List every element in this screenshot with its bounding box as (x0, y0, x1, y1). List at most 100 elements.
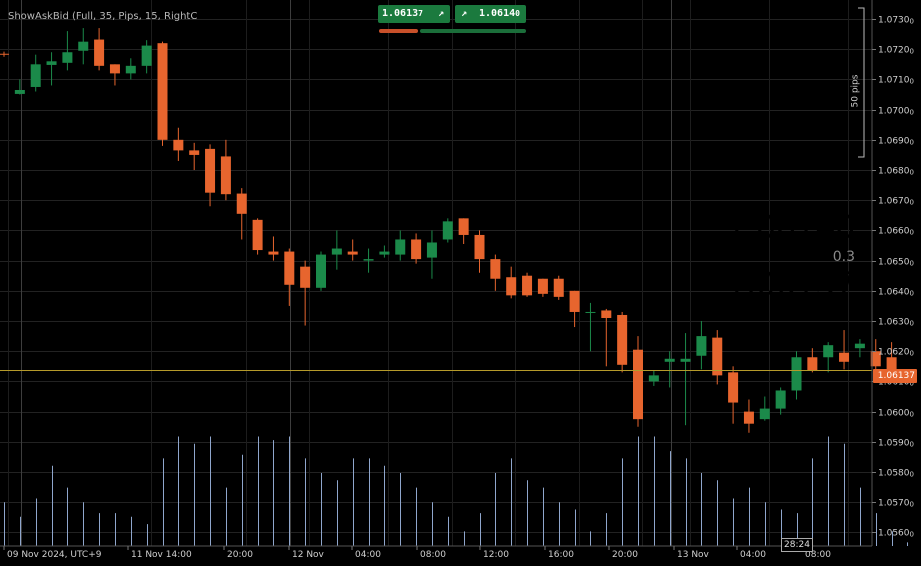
candle[interactable] (411, 233, 422, 264)
time-tick-label: 13 Nov (677, 550, 710, 560)
candle-body (109, 64, 120, 74)
sell-volume-bar (379, 29, 418, 33)
sell-price-pipette: 7 (418, 9, 423, 18)
candle[interactable] (506, 266, 517, 299)
candle[interactable] (442, 218, 453, 243)
candle[interactable] (617, 311, 628, 373)
candle-body (189, 150, 200, 155)
candle-body (617, 314, 628, 365)
candle[interactable] (62, 31, 73, 71)
candle[interactable] (363, 248, 374, 273)
candle-body (395, 239, 406, 255)
candle[interactable] (30, 54, 41, 92)
candle[interactable] (839, 330, 850, 370)
candle[interactable] (696, 321, 707, 370)
candle[interactable] (823, 342, 834, 373)
price-tick-label: 1.07300 (878, 16, 914, 26)
candle[interactable] (157, 41, 168, 146)
candle-body (426, 242, 437, 258)
candle-body (791, 357, 802, 391)
price-tick-label: 1.06800 (878, 167, 914, 177)
candle[interactable] (664, 351, 675, 388)
candle[interactable] (268, 236, 279, 261)
candle[interactable] (854, 339, 865, 358)
candle[interactable] (395, 230, 406, 261)
candle[interactable] (759, 396, 770, 421)
candle[interactable] (712, 330, 723, 385)
price-tick-label: 1.07100 (878, 76, 914, 86)
candle-body (157, 43, 168, 140)
candle[interactable] (46, 52, 57, 86)
candle[interactable] (220, 139, 231, 201)
candle[interactable] (648, 370, 659, 386)
candle-body (553, 278, 564, 297)
sell-button[interactable]: 1.06137 ↗ (378, 5, 450, 23)
time-tick-label: 04:00 (740, 550, 766, 560)
buy-volume-bar (420, 29, 526, 33)
price-tick-label: 1.06000 (878, 409, 914, 419)
candle[interactable] (14, 79, 25, 95)
candle-body (474, 234, 485, 260)
candle-body (14, 89, 25, 94)
candle[interactable] (633, 336, 643, 427)
candle-body (442, 221, 453, 240)
candle-body (696, 336, 707, 356)
candle-body (680, 358, 691, 362)
candle[interactable] (109, 64, 120, 86)
candle[interactable] (601, 308, 612, 367)
candle[interactable] (78, 28, 89, 65)
time-tick-label: 20:00 (227, 550, 253, 560)
bid-big-price: 1.06137 (726, 265, 855, 303)
buy-price: 1.0614 (479, 8, 516, 19)
candle[interactable] (205, 144, 216, 207)
candle-body (823, 345, 834, 358)
candle[interactable] (0, 51, 9, 57)
candle[interactable] (474, 230, 485, 273)
candle[interactable] (490, 254, 501, 291)
candle[interactable] (284, 248, 295, 306)
candle[interactable] (728, 366, 739, 424)
candle[interactable] (300, 260, 311, 326)
candle[interactable] (173, 127, 184, 161)
candle[interactable] (680, 333, 691, 426)
buy-price-pipette: 0 (515, 9, 520, 18)
time-tick-label: 20:00 (612, 550, 638, 560)
candle-body (664, 358, 675, 362)
candle[interactable] (379, 245, 390, 258)
candle[interactable] (426, 230, 437, 279)
candle[interactable] (347, 239, 358, 261)
price-tick-label: 1.05900 (878, 439, 914, 449)
candle[interactable] (743, 399, 754, 433)
sell-arrow-icon: ↗ (437, 8, 444, 19)
candle[interactable] (316, 251, 326, 291)
candle[interactable] (585, 302, 596, 352)
candle[interactable] (236, 188, 247, 240)
time-tick-label: 12 Nov (292, 550, 325, 560)
time-axis[interactable]: 09 Nov 2024, UTC+9 11 Nov 14:00 20:00 12 No… (3, 546, 831, 560)
candle[interactable] (553, 275, 564, 300)
candle[interactable] (331, 230, 342, 270)
candle[interactable] (252, 218, 263, 255)
candle[interactable] (791, 351, 802, 400)
candle[interactable] (458, 218, 469, 245)
candle-body (411, 239, 422, 260)
candle[interactable] (189, 142, 200, 171)
candle-body (30, 64, 41, 87)
candle[interactable] (537, 278, 548, 297)
price-tick-label: 1.06900 (878, 137, 914, 147)
candle-body (94, 39, 105, 66)
candle-body (220, 156, 231, 195)
candle[interactable] (125, 58, 136, 80)
candle-body (62, 52, 73, 63)
candle[interactable] (141, 40, 152, 74)
candle-body (331, 248, 342, 255)
price-tick-label: 1.05700 (878, 499, 914, 509)
candle-body (173, 139, 184, 151)
buy-button[interactable]: ↗ 1.06140 (455, 5, 526, 23)
candle[interactable] (522, 272, 533, 297)
candle-body (854, 343, 865, 349)
candle-body (537, 278, 548, 294)
candle-body (458, 218, 469, 235)
candle[interactable] (94, 28, 105, 71)
candle[interactable] (775, 387, 786, 415)
